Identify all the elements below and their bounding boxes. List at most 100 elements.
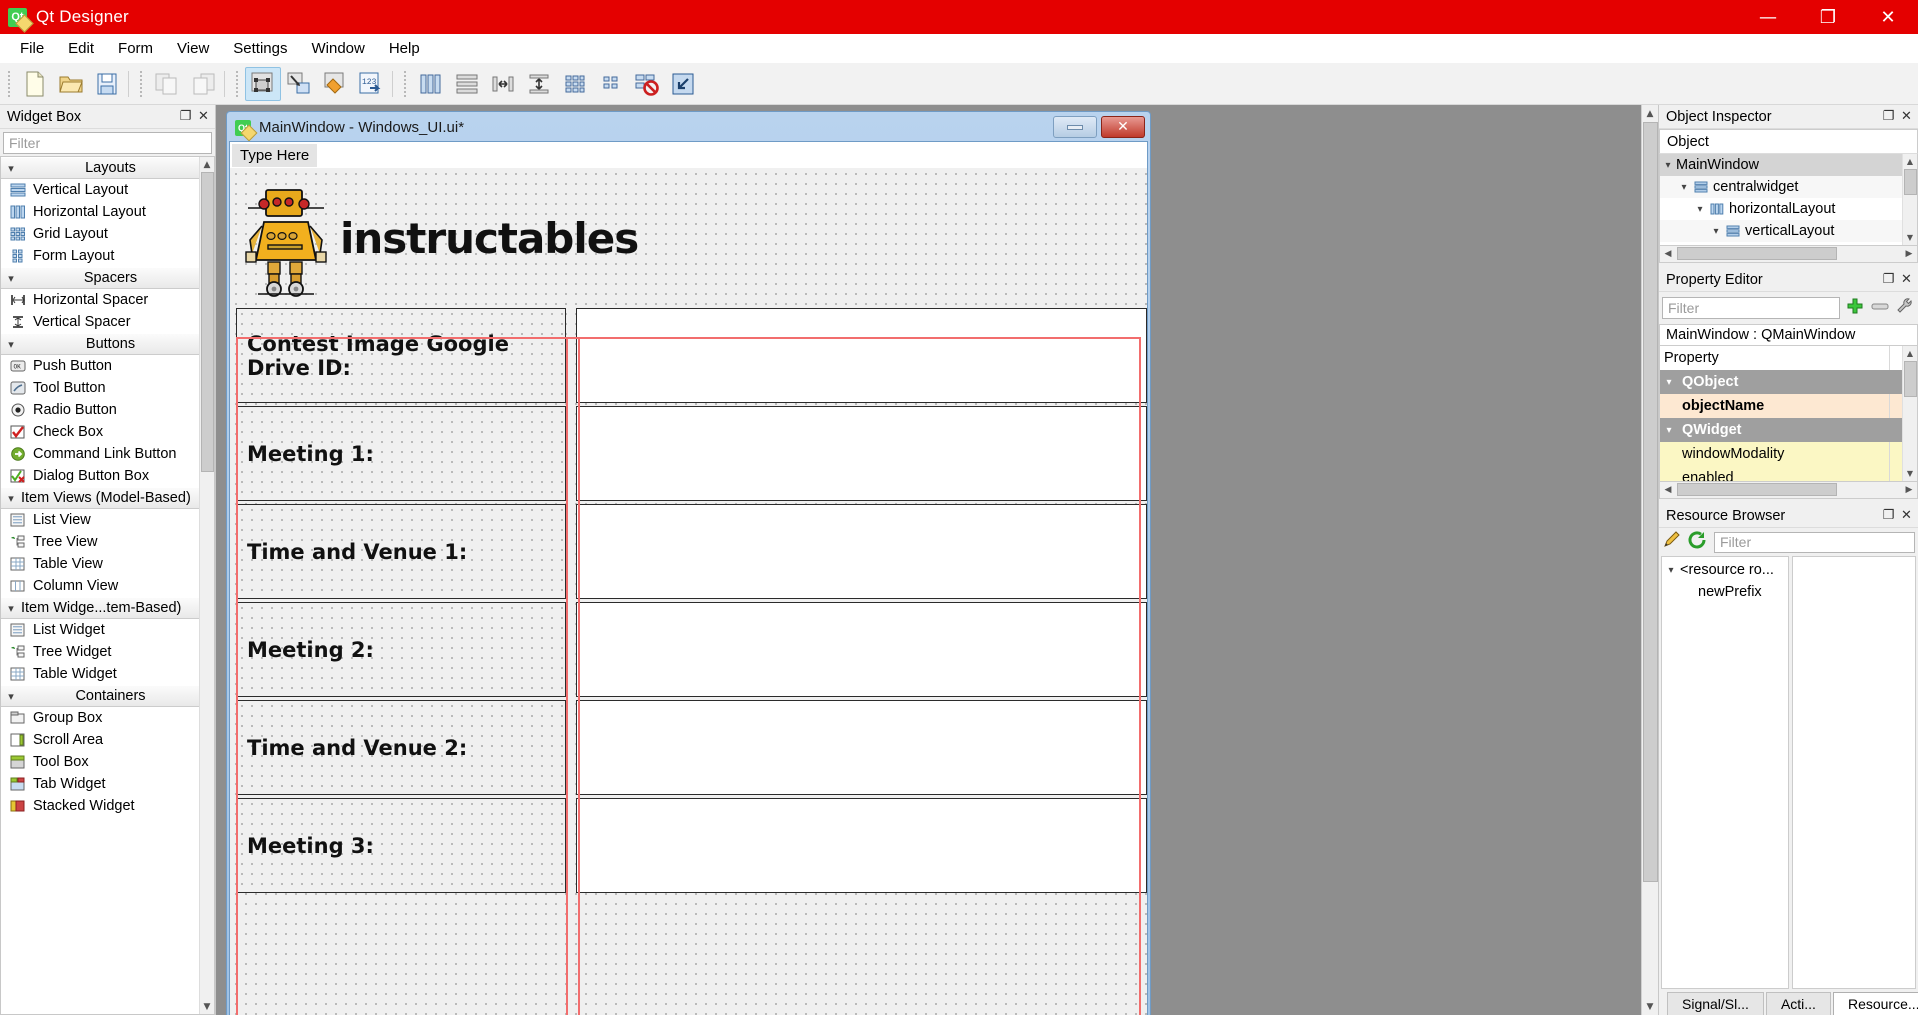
widget-item-tree-widget[interactable]: Tree Widget [1, 641, 214, 663]
close-button[interactable]: ✕ [1899, 272, 1914, 287]
object-inspector-vertical-scrollbar[interactable]: ▲ ▼ [1902, 154, 1917, 245]
widget-box-category-containers[interactable]: ▾ Containers [1, 685, 214, 707]
scroll-left-icon[interactable]: ◀ [1660, 485, 1676, 495]
widget-item-radio-button[interactable]: Radio Button [1, 399, 214, 421]
widget-box-category-item-views[interactable]: ▾ Item Views (Model-Based) [1, 487, 214, 509]
redo-button[interactable] [185, 67, 221, 101]
break-layout-button[interactable] [629, 67, 665, 101]
menu-item-view[interactable]: View [165, 36, 221, 61]
property-column-header[interactable]: Property [1660, 346, 1917, 370]
widget-item-push-button[interactable]: OK Push Button [1, 355, 214, 377]
wrench-icon[interactable] [1895, 296, 1915, 320]
widget-item-list-view[interactable]: List View [1, 509, 214, 531]
adjust-size-button[interactable] [665, 67, 701, 101]
layout-form-button[interactable] [593, 67, 629, 101]
scroll-right-icon[interactable]: ▶ [1901, 485, 1917, 495]
label-meeting-2[interactable]: Meeting 2: [236, 602, 566, 697]
property-group-qobject[interactable]: ▾ QObject [1660, 370, 1917, 394]
maximize-button[interactable]: ❐ [1798, 0, 1858, 34]
form-window-title-bar[interactable]: Qt MainWindow - Windows_UI.ui* ✕ [229, 114, 1148, 141]
scrollbar-thumb[interactable] [1904, 169, 1917, 195]
scroll-down-icon[interactable]: ▼ [200, 999, 214, 1014]
form-window[interactable]: Qt MainWindow - Windows_UI.ui* ✕ Type He… [226, 111, 1151, 1015]
object-inspector-tree[interactable]: ▾ MainWindow ▾ centralwidget ▾ horizonta… [1659, 154, 1918, 246]
scroll-down-icon[interactable]: ▼ [1903, 230, 1917, 245]
widget-item-group-box[interactable]: Group Box [1, 707, 214, 729]
chevron-down-icon[interactable]: ▾ [1660, 160, 1676, 171]
minus-icon[interactable] [1870, 299, 1890, 317]
widget-item-vertical-layout[interactable]: Vertical Layout [1, 179, 214, 201]
menu-item-edit[interactable]: Edit [56, 36, 106, 61]
input-time-and-venue-1[interactable] [576, 504, 1147, 599]
float-button[interactable]: ❐ [1881, 272, 1896, 287]
tab-signal-slot-editor[interactable]: Signal/Sl... [1667, 992, 1764, 1015]
property-row-objectname[interactable]: objectName [1660, 394, 1917, 418]
scroll-left-icon[interactable]: ◀ [1660, 249, 1676, 259]
menu-item-file[interactable]: File [8, 36, 56, 61]
widget-item-tree-view[interactable]: Tree View [1, 531, 214, 553]
widget-item-scroll-area[interactable]: Scroll Area [1, 729, 214, 751]
widget-item-vertical-spacer[interactable]: Vertical Spacer [1, 311, 214, 333]
widget-item-column-view[interactable]: Column View [1, 575, 214, 597]
chevron-down-icon[interactable]: ▾ [1676, 182, 1692, 193]
chevron-down-icon[interactable]: ▾ [1660, 425, 1678, 436]
input-meeting-1[interactable] [576, 406, 1147, 501]
edit-signals-slots-button[interactable] [281, 67, 317, 101]
new-form-button[interactable] [17, 67, 53, 101]
widget-item-dialog-button-box[interactable]: Dialog Button Box [1, 465, 214, 487]
open-folder-button[interactable] [53, 67, 89, 101]
scrollbar-thumb[interactable] [1904, 361, 1917, 397]
float-button[interactable]: ❐ [1881, 109, 1896, 124]
widget-item-table-widget[interactable]: Table Widget [1, 663, 214, 685]
menu-item-window[interactable]: Window [299, 36, 376, 61]
chevron-down-icon[interactable]: ▾ [1662, 565, 1680, 576]
layout-splitter-vertical-button[interactable] [521, 67, 557, 101]
label-meeting-3[interactable]: Meeting 3: [236, 798, 566, 893]
widget-item-check-box[interactable]: Check Box [1, 421, 214, 443]
save-form-button[interactable] [89, 67, 125, 101]
menu-item-help[interactable]: Help [377, 36, 432, 61]
minimize-button[interactable]: — [1738, 0, 1798, 34]
object-inspector-column-header[interactable]: Object [1659, 129, 1918, 154]
edit-widgets-button[interactable] [245, 66, 281, 101]
form-menubar[interactable]: Type Here [230, 142, 1147, 168]
property-editor-horizontal-scrollbar[interactable]: ◀ ▶ [1659, 482, 1918, 499]
scroll-up-icon[interactable]: ▲ [200, 157, 214, 172]
layout-splitter-horizontal-button[interactable] [485, 67, 521, 101]
scrollbar-thumb[interactable] [201, 172, 214, 472]
input-meeting-3[interactable] [576, 798, 1147, 893]
widget-item-horizontal-layout[interactable]: Horizontal Layout [1, 201, 214, 223]
label-meeting-1[interactable]: Meeting 1: [236, 406, 566, 501]
widget-item-stacked-widget[interactable]: Stacked Widget [1, 795, 214, 817]
toolbar-grip[interactable] [400, 70, 409, 97]
close-button[interactable]: ✕ [1858, 0, 1918, 34]
property-group-qwidget[interactable]: ▾ QWidget [1660, 418, 1917, 442]
scrollbar-thumb[interactable] [1643, 122, 1658, 882]
form-canvas[interactable]: instructables Contest Image Google Drive… [230, 168, 1147, 1015]
label-time-and-venue-2[interactable]: Time and Venue 2: [236, 700, 566, 795]
label-contest-image-google-drive-id[interactable]: Contest Image Google Drive ID: [236, 308, 566, 403]
scroll-right-icon[interactable]: ▶ [1901, 249, 1917, 259]
widget-item-command-link-button[interactable]: Command Link Button [1, 443, 214, 465]
undo-button[interactable] [149, 67, 185, 101]
widget-item-list-widget[interactable]: List Widget [1, 619, 214, 641]
widget-box-category-buttons[interactable]: ▾ Buttons [1, 333, 214, 355]
pencil-icon[interactable] [1662, 531, 1682, 553]
scrollbar-thumb[interactable] [1677, 483, 1837, 496]
resource-tree-row-root[interactable]: ▾ <resource ro... [1662, 559, 1788, 581]
widget-box-list[interactable]: ▾ Layouts Vertical Layout Horizontal Lay… [0, 156, 215, 1015]
toolbar-grip[interactable] [4, 70, 13, 97]
scroll-down-icon[interactable]: ▼ [1903, 466, 1917, 481]
resource-file-list[interactable] [1792, 556, 1916, 989]
property-editor-vertical-scrollbar[interactable]: ▲ ▼ [1902, 346, 1917, 481]
widget-box-category-layouts[interactable]: ▾ Layouts [1, 157, 214, 179]
layout-grid-button[interactable] [557, 67, 593, 101]
property-row-windowmodality[interactable]: windowModality [1660, 442, 1917, 466]
input-meeting-2[interactable] [576, 602, 1147, 697]
scrollbar-thumb[interactable] [1677, 247, 1837, 260]
scroll-up-icon[interactable]: ▲ [1903, 154, 1917, 169]
widget-item-tool-box[interactable]: Tool Box [1, 751, 214, 773]
reload-icon[interactable] [1688, 531, 1708, 553]
widget-item-horizontal-spacer[interactable]: Horizontal Spacer [1, 289, 214, 311]
property-row-enabled[interactable]: enabled [1660, 466, 1917, 481]
